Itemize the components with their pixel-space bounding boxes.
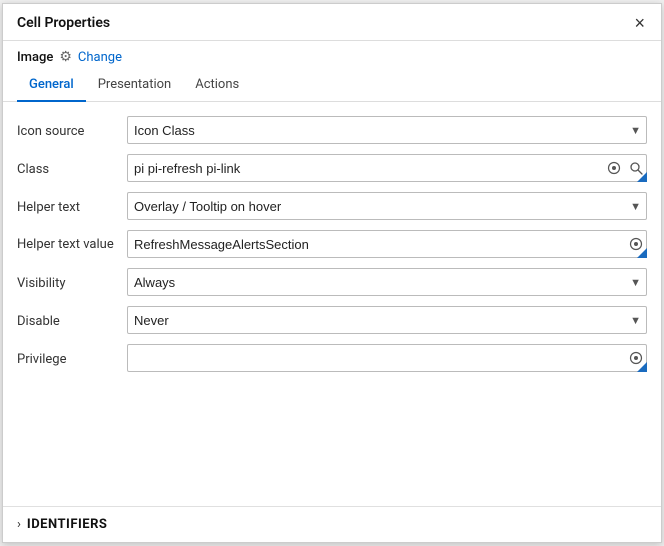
class-input[interactable]: [127, 154, 647, 182]
privilege-row: Privilege: [17, 344, 647, 372]
icon-source-select[interactable]: Icon Class: [127, 116, 647, 144]
visibility-control: Always ▼: [127, 268, 647, 296]
helper-text-value-control: [127, 230, 647, 258]
helper-text-row: Helper text Overlay / Tooltip on hover ▼: [17, 192, 647, 220]
tabs-bar: General Presentation Actions: [3, 65, 661, 102]
helper-text-value-input[interactable]: [127, 230, 647, 258]
helper-text-label: Helper text: [17, 198, 127, 215]
disable-select[interactable]: Never: [127, 306, 647, 334]
helper-text-control: Overlay / Tooltip on hover ▼: [127, 192, 647, 220]
subheader-label: Image: [17, 50, 53, 65]
close-button[interactable]: ×: [632, 14, 647, 32]
dialog-title: Cell Properties: [17, 15, 110, 31]
privilege-label: Privilege: [17, 350, 127, 367]
icon-source-row: Icon source Icon Class ▼: [17, 116, 647, 144]
icon-source-control: Icon Class ▼: [127, 116, 647, 144]
helper-text-value-corner-triangle: [637, 248, 647, 258]
disable-control: Never ▼: [127, 306, 647, 334]
helper-text-value-label: Helper text value: [17, 235, 127, 254]
privilege-control: [127, 344, 647, 372]
disable-row: Disable Never ▼: [17, 306, 647, 334]
class-row: Class: [17, 154, 647, 182]
identifiers-section[interactable]: › IDENTIFIERS: [3, 506, 661, 542]
tab-general[interactable]: General: [17, 71, 86, 102]
change-link[interactable]: Change: [78, 50, 122, 65]
tab-actions[interactable]: Actions: [183, 71, 251, 102]
class-label: Class: [17, 160, 127, 177]
helper-text-value-row: Helper text value: [17, 230, 647, 258]
class-settings-icon[interactable]: [603, 159, 625, 177]
settings-icon: ⚙: [59, 49, 72, 65]
cell-properties-dialog: Cell Properties × Image ⚙ Change General…: [2, 3, 662, 543]
dialog-body: Icon source Icon Class ▼ Class: [3, 102, 661, 506]
icon-source-label: Icon source: [17, 122, 127, 139]
class-corner-triangle: [637, 172, 647, 182]
dialog-subheader: Image ⚙ Change: [3, 41, 661, 65]
dialog-header: Cell Properties ×: [3, 4, 661, 41]
helper-text-select[interactable]: Overlay / Tooltip on hover: [127, 192, 647, 220]
visibility-select[interactable]: Always: [127, 268, 647, 296]
class-control: [127, 154, 647, 182]
privilege-input[interactable]: [127, 344, 647, 372]
privilege-corner-triangle: [637, 362, 647, 372]
identifiers-chevron-icon: ›: [17, 517, 21, 532]
visibility-row: Visibility Always ▼: [17, 268, 647, 296]
visibility-label: Visibility: [17, 274, 127, 291]
identifiers-label: IDENTIFIERS: [27, 517, 108, 532]
tab-presentation[interactable]: Presentation: [86, 71, 184, 102]
disable-label: Disable: [17, 312, 127, 329]
